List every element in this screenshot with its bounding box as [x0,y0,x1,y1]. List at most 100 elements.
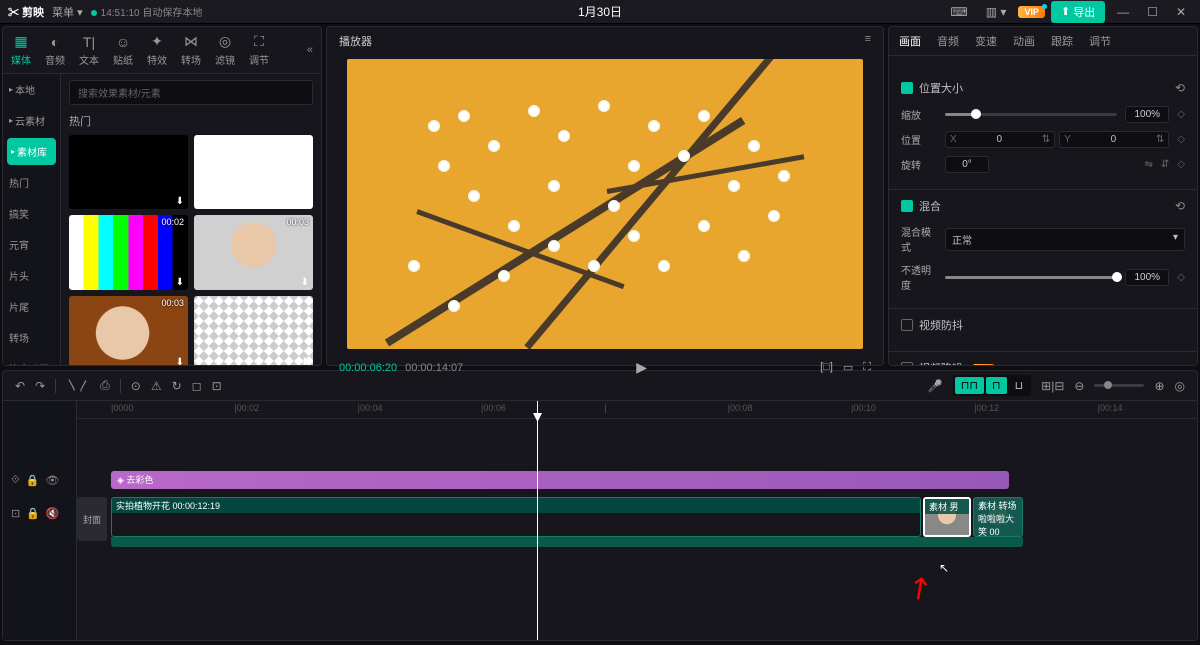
timeline-tool[interactable]: ⚠ [151,379,162,393]
fit-icon[interactable]: ◎ [1175,379,1185,393]
stabilize-checkbox[interactable] [901,319,913,331]
scale-label: 缩放 [901,107,937,122]
timeline-tool[interactable]: ⊡ [212,379,222,393]
mic-icon[interactable]: 🎤 [928,379,943,393]
snap-on[interactable]: ⊓⊓ [955,377,984,394]
media-thumbnail[interactable]: 00:03⬇ [194,215,313,289]
keyframe-icon[interactable]: ◇ [1177,159,1185,170]
keyframe-icon[interactable]: ◇ [1177,109,1185,120]
snap-mid[interactable]: ⊓ [986,377,1007,394]
prop-tab-变速[interactable]: 变速 [975,33,997,49]
tab-音频[interactable]: ◐音频 [45,34,65,67]
timeline-tool[interactable]: ↶ [15,379,25,393]
reset-icon[interactable]: ⟲ [1175,81,1185,95]
tab-媒体[interactable]: ▦媒体 [11,33,31,67]
prop-tab-动画[interactable]: 动画 [1013,33,1035,49]
video-clip-2[interactable]: 素材 男 [923,497,971,537]
timeline-ruler[interactable]: |0000|00:02|00:04|00:06||00:08|00:10|00:… [77,401,1197,419]
snap-off[interactable]: ⊔ [1009,377,1030,394]
close-button[interactable]: ✕ [1170,5,1192,19]
timeline-tool[interactable]: 〵〳 [66,377,90,394]
zoom-in-icon[interactable]: ⊕ [1154,379,1164,393]
track-mute-icon[interactable]: 🔇 [46,507,60,520]
timeline-tool[interactable]: ↻ [172,379,182,393]
media-thumbnail[interactable]: 00:02⬇ [69,215,188,289]
tab-调节[interactable]: ⛶调节 [249,33,269,67]
track-lock-icon[interactable]: 🔒 [26,474,40,487]
opacity-slider[interactable] [945,276,1117,279]
playhead[interactable] [537,401,538,640]
main-menu[interactable]: 菜单 ▾ [52,4,83,20]
video-clip-3[interactable]: 素材 转场 啦啦啦大笑 00 [973,497,1023,537]
opacity-value[interactable]: 100% [1125,269,1169,286]
tab-滤镜[interactable]: ◎滤镜 [215,33,235,67]
sidebar-item-本地[interactable]: ▸本地 [3,74,60,105]
scale-value[interactable]: 100% [1125,106,1169,123]
flip-h-icon[interactable]: ⇋ [1145,159,1153,170]
reset-icon[interactable]: ⟲ [1175,199,1185,213]
prop-tab-跟踪[interactable]: 跟踪 [1051,33,1073,49]
sidebar-item-治愈动画[interactable]: 治愈动画 [3,353,60,365]
video-clip-main[interactable]: 实拍植物开花 00:00:12:19 [111,497,921,537]
shortcut-icon[interactable]: ⌨ [944,5,973,19]
sidebar-item-搞笑[interactable]: 搞笑 [3,198,60,229]
timeline-tool[interactable]: ⊙ [131,379,141,393]
rotate-value[interactable]: 0° [945,156,989,173]
vip-badge[interactable]: VIP [1018,6,1045,18]
flip-v-icon[interactable]: ⇵ [1161,159,1169,170]
timeline-tool[interactable]: ◻ [192,379,202,393]
collapse-icon[interactable]: « [307,44,313,56]
export-button[interactable]: ⬆导出 [1051,1,1105,23]
layout-icon[interactable]: ▥ ▾ [980,5,1013,19]
timeline-toolbar: ↶ ↷ 〵〳 ⎙ ⊙ ⚠ ↻ ◻ ⊡ 🎤 ⊓⊓ ⊓ ⊔ ⊞|⊟ ⊖ ⊕ ◎ [3,371,1197,401]
sidebar-item-素材库[interactable]: ▸素材库 [7,138,56,165]
track-visible-icon[interactable]: 👁 [45,474,59,487]
adjustment-clip[interactable]: ◈ 去彩色 [111,471,1009,489]
sidebar-item-转场[interactable]: 转场 [3,322,60,353]
zoom-slider[interactable] [1094,384,1144,387]
player-menu-icon[interactable]: ≡ [865,33,871,49]
timeline-tool[interactable]: ⎙ [100,378,110,393]
position-x-input[interactable]: X0⇅ [945,131,1055,148]
cursor-icon: ↖ [939,561,949,575]
prop-tab-音频[interactable]: 音频 [937,33,959,49]
minimize-button[interactable]: — [1111,5,1135,19]
timeline-tracks[interactable]: |0000|00:02|00:04|00:06||00:08|00:10|00:… [77,401,1197,640]
tab-贴纸[interactable]: ☺贴纸 [113,34,133,67]
denoise-checkbox[interactable] [901,362,913,366]
media-thumbnail[interactable]: ⬇ [69,135,188,209]
cover-tag[interactable]: 封面 [77,497,107,541]
keyframe-icon[interactable]: ◇ [1177,134,1185,145]
position-y-input[interactable]: Y0⇅ [1059,131,1169,148]
zoom-out-icon[interactable]: ⊖ [1074,379,1084,393]
timeline-tool[interactable]: ↷ [35,379,45,393]
autosave-status: 14:51:10 自动保存本地 [91,4,203,19]
track-toggle-icon[interactable]: ⟐ [11,474,20,487]
sidebar-item-片尾[interactable]: 片尾 [3,291,60,322]
player-viewport[interactable] [327,55,883,353]
sidebar-item-元宵[interactable]: 元宵 [3,229,60,260]
keyframe-icon[interactable]: ◇ [1177,272,1185,283]
tab-文本[interactable]: T|文本 [79,34,99,67]
preview-icon[interactable]: ⊞|⊟ [1041,379,1064,393]
prop-tab-调节[interactable]: 调节 [1089,33,1111,49]
track-lock-icon[interactable]: 🔒 [26,507,40,520]
track-toggle-icon[interactable]: ⊡ [11,507,20,520]
tab-特效[interactable]: ✦特效 [147,33,167,67]
prop-tab-画面[interactable]: 画面 [899,33,921,49]
snap-toggle[interactable]: ⊓⊓ ⊓ ⊔ [953,375,1031,396]
sidebar-item-热门[interactable]: 热门 [3,167,60,198]
sidebar-item-片头[interactable]: 片头 [3,260,60,291]
opacity-label: 不透明度 [901,262,937,292]
tab-转场[interactable]: ⋈转场 [181,33,201,67]
pos-size-checkbox[interactable] [901,82,913,94]
maximize-button[interactable]: ☐ [1141,5,1164,19]
blend-mode-dropdown[interactable]: 正常▾ [945,228,1185,251]
search-input[interactable]: 搜索效果素材/元素 [69,80,313,105]
media-thumbnail[interactable]: ⬇ [194,135,313,209]
sidebar-item-云素材[interactable]: ▸云素材 [3,105,60,136]
blend-checkbox[interactable] [901,200,913,212]
media-thumbnail[interactable]: ⬇ [194,296,313,365]
media-thumbnail[interactable]: 00:03⬇ [69,296,188,365]
scale-slider[interactable] [945,113,1117,116]
